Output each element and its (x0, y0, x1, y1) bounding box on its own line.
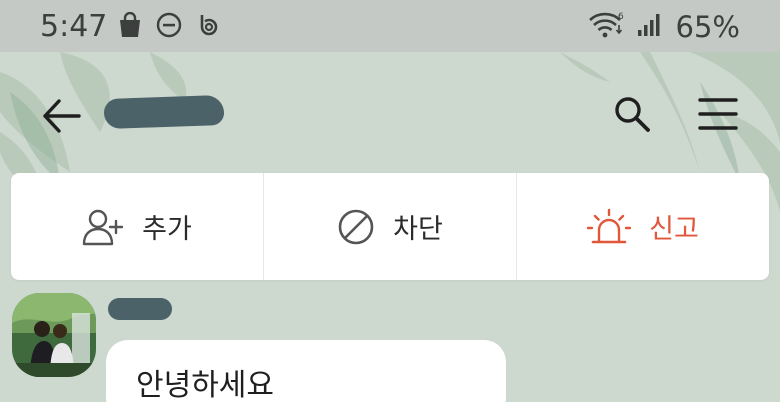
status-time: 5:47 (40, 9, 108, 44)
message-text: 안녕하세요 (136, 368, 274, 402)
message-bubble[interactable]: 안녕하세요 (106, 340, 506, 402)
status-bar: 5:47 6 65% (0, 0, 780, 52)
search-button[interactable] (608, 90, 656, 138)
sender-avatar[interactable] (12, 293, 96, 377)
friend-action-bar: 추가 차단 신고 (11, 173, 769, 280)
signal-icon (636, 12, 662, 42)
battery-percentage: 65% (675, 10, 740, 44)
menu-button[interactable] (692, 90, 744, 138)
do-not-disturb-icon (156, 12, 182, 42)
chat-title-redacted (103, 93, 225, 135)
block-button[interactable]: 차단 (264, 173, 517, 280)
wifi-6-icon: 6 (588, 11, 626, 43)
search-icon (615, 97, 650, 132)
siren-icon (587, 208, 632, 243)
block-label: 차단 (393, 214, 443, 245)
b-app-icon (196, 12, 222, 42)
avatar-photo (12, 293, 96, 377)
arrow-left-icon (43, 99, 81, 133)
shopping-bag-icon (118, 11, 142, 42)
add-person-icon (82, 209, 124, 245)
add-friend-label: 추가 (142, 214, 192, 245)
report-label: 신고 (649, 214, 699, 245)
status-system-icons: 6 65% (588, 10, 740, 44)
report-button[interactable]: 신고 (517, 173, 769, 280)
svg-text:6: 6 (618, 12, 624, 22)
sender-name-redacted (106, 296, 186, 326)
back-button[interactable] (38, 93, 84, 139)
redaction-mark (108, 298, 172, 320)
add-friend-button[interactable]: 추가 (11, 173, 264, 280)
hamburger-menu-icon (698, 98, 738, 130)
redaction-mark (103, 94, 225, 130)
block-icon (338, 209, 374, 244)
status-notification-icons (118, 11, 222, 42)
